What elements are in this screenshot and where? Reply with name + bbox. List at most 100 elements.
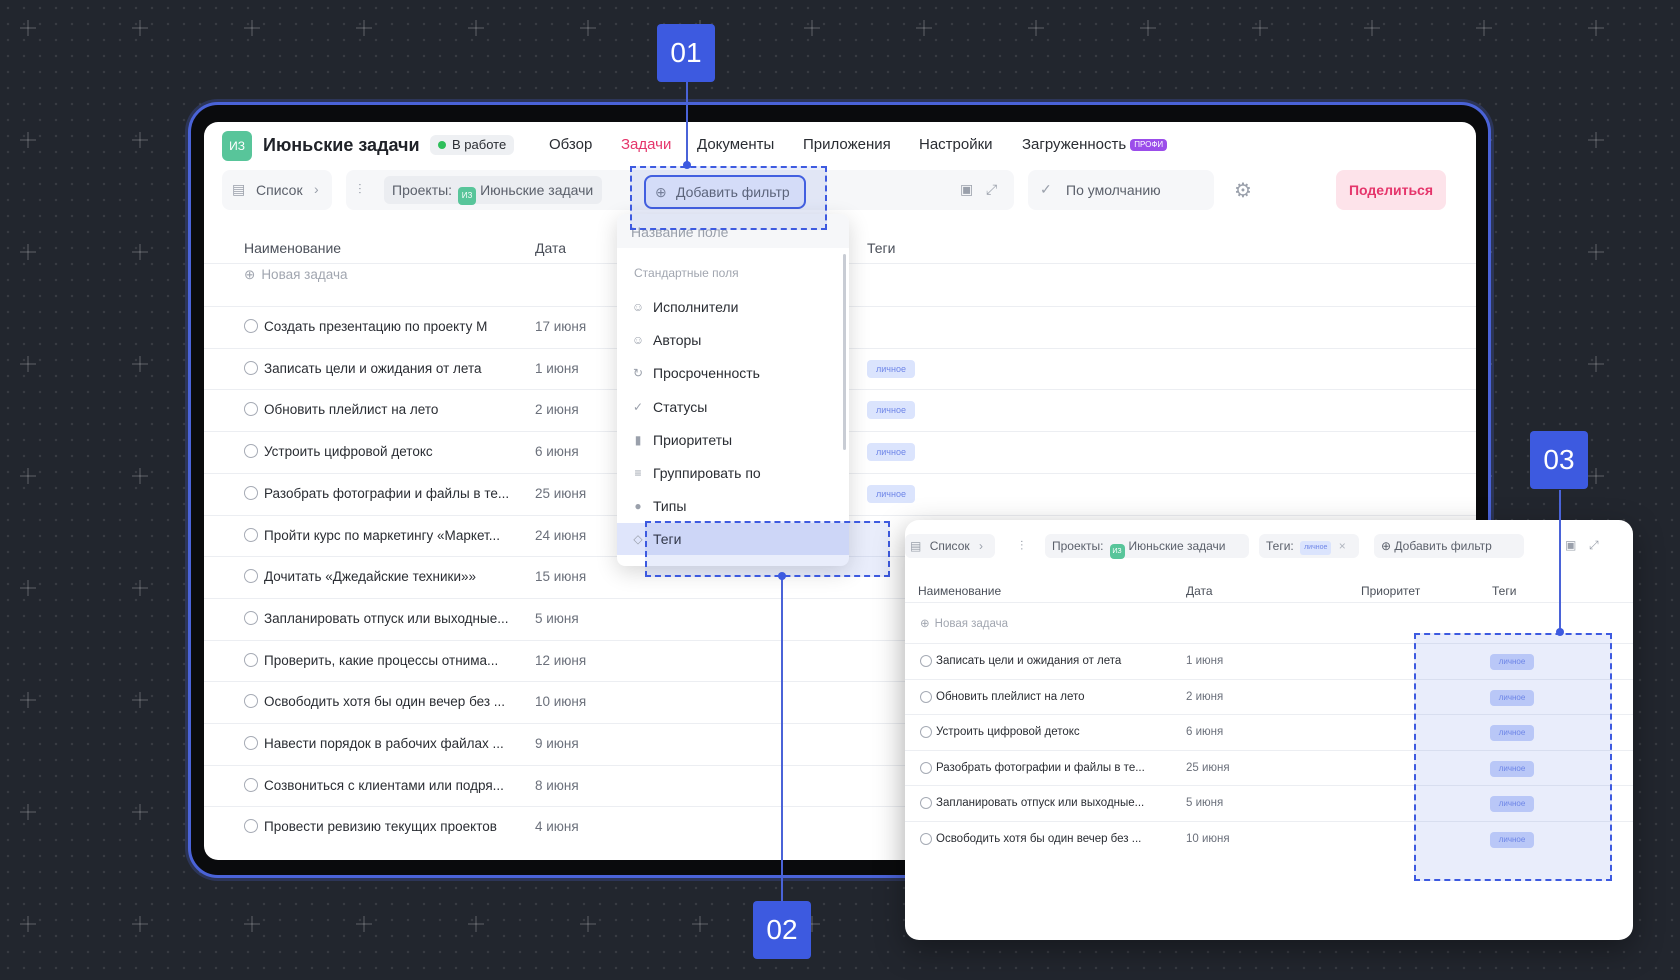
grid-plus-mark xyxy=(132,692,148,708)
panel-new-task-button[interactable]: ⊕ Новая задача xyxy=(920,616,1008,630)
view-switcher[interactable]: ▤ Список › xyxy=(222,170,332,210)
tag-badge[interactable]: личное xyxy=(867,401,915,420)
panel-projects-value: Июньские задачи xyxy=(1128,539,1226,553)
dropdown-item[interactable]: ▮ Приоритеты xyxy=(617,424,849,456)
tab-tasks[interactable]: Задачи xyxy=(621,136,671,153)
filter-settings-icon[interactable]: ⫶ xyxy=(358,181,362,198)
refresh-icon: ↻ xyxy=(632,366,644,381)
task-checkbox[interactable] xyxy=(244,819,258,834)
task-checkbox[interactable] xyxy=(920,832,932,845)
task-checkbox[interactable] xyxy=(244,444,258,459)
panel-projects-chip[interactable]: Проекты: ИЗ Июньские задачи xyxy=(1045,534,1249,559)
task-checkbox[interactable] xyxy=(244,652,258,667)
tab-overview[interactable]: Обзор xyxy=(549,136,592,153)
tab-documents[interactable]: Документы xyxy=(697,136,774,153)
task-name: Обновить плейлист на лето xyxy=(936,690,1085,703)
task-name: Разобрать фотографии и файлы в те... xyxy=(264,485,510,501)
panel-column-header-date[interactable]: Дата xyxy=(1186,584,1213,598)
column-header-date[interactable]: Дата xyxy=(535,240,566,256)
dropdown-item-label: Типы xyxy=(653,498,687,515)
tag-badge[interactable]: личное xyxy=(867,484,915,503)
dropdown-item[interactable]: ☺ Авторы xyxy=(617,324,849,356)
dropdown-scrollbar[interactable] xyxy=(843,254,846,450)
task-checkbox[interactable] xyxy=(244,402,258,417)
grid-plus-mark xyxy=(132,20,148,36)
grid-plus-mark xyxy=(20,468,36,484)
task-checkbox[interactable] xyxy=(244,485,258,500)
tag-icon: ◇ xyxy=(633,532,643,547)
task-checkbox[interactable] xyxy=(244,610,258,625)
panel-column-header-priority[interactable]: Приоритет xyxy=(1361,584,1420,598)
panel-add-filter-button[interactable]: ⊕ Добавить фильтр xyxy=(1374,534,1524,558)
task-checkbox[interactable] xyxy=(920,726,932,738)
grid-plus-mark xyxy=(916,20,932,36)
callout-dot-02 xyxy=(778,572,786,580)
save-icon[interactable]: ▣ xyxy=(1565,538,1576,552)
task-name: Запланировать отпуск или выходные... xyxy=(936,797,1145,809)
task-checkbox[interactable] xyxy=(244,569,258,584)
dropdown-item[interactable]: ● Типы xyxy=(617,490,849,522)
grid-plus-mark xyxy=(244,20,260,36)
expand-icon[interactable]: ⤢ xyxy=(986,181,997,198)
tab-workload[interactable]: Загруженность ПРОФИ xyxy=(1022,136,1168,153)
gear-icon[interactable]: ⚙ xyxy=(1234,178,1252,203)
task-checkbox[interactable] xyxy=(244,360,258,375)
dropdown-item[interactable]: ↻ Просроченность xyxy=(617,357,849,389)
projects-filter-chip[interactable]: Проекты: ИЗ Июньские задачи xyxy=(384,176,602,205)
task-date: 17 июня xyxy=(535,319,587,334)
user-icon: ☺ xyxy=(631,300,645,314)
sort-selector[interactable]: ✓ По умолчанию xyxy=(1028,170,1214,210)
panel-column-header-tags[interactable]: Теги xyxy=(1492,584,1516,598)
task-checkbox[interactable] xyxy=(244,777,258,792)
grid-plus-mark xyxy=(1476,20,1492,36)
callout-03: 03 xyxy=(1530,431,1588,489)
panel-tags-chip[interactable]: Теги: личное × xyxy=(1259,534,1359,558)
tag-badge[interactable]: личное xyxy=(867,359,915,378)
filter-settings-icon[interactable]: ⫶ xyxy=(1020,538,1023,554)
tag-badge[interactable]: личное xyxy=(867,443,915,462)
task-name: Освободить хотя бы один вечер без ... xyxy=(936,832,1142,845)
dropdown-item[interactable]: ≡ Группировать по xyxy=(617,457,849,489)
chevron-right-icon: › xyxy=(314,181,319,197)
task-date: 5 июня xyxy=(535,610,579,626)
task-checkbox[interactable] xyxy=(244,694,258,709)
task-checkbox[interactable] xyxy=(244,319,258,333)
task-checkbox[interactable] xyxy=(920,761,932,774)
column-header-tags[interactable]: Теги xyxy=(867,240,895,256)
column-header-name[interactable]: Наименование xyxy=(244,240,341,256)
panel-view-switcher[interactable]: ▤ Список › xyxy=(905,534,995,558)
grid-plus-mark xyxy=(20,20,36,36)
project-mini-avatar: ИЗ xyxy=(458,187,477,205)
new-task-button[interactable]: ⊕ Новая задача xyxy=(244,267,348,283)
expand-icon[interactable]: ⤢ xyxy=(1589,538,1599,553)
check-circle-icon: ✓ xyxy=(632,399,644,414)
view-label: Список xyxy=(256,182,303,198)
task-date: 2 июня xyxy=(1186,690,1224,703)
dropdown-item-label: Группировать по xyxy=(653,465,761,481)
chevron-right-icon: › xyxy=(978,539,983,553)
status-badge[interactable]: В работе xyxy=(430,135,515,155)
task-name: Записать цели и ожидания от лета xyxy=(936,655,1122,667)
grid-plus-mark xyxy=(132,468,148,484)
panel-column-header-name[interactable]: Наименование xyxy=(918,584,1001,598)
grid-plus-mark xyxy=(132,244,148,260)
task-checkbox[interactable] xyxy=(920,797,932,809)
tab-settings[interactable]: Настройки xyxy=(919,136,993,153)
tab-apps[interactable]: Приложения xyxy=(803,136,891,153)
task-checkbox[interactable] xyxy=(244,736,258,750)
task-date: 15 июня xyxy=(535,569,587,585)
save-icon[interactable]: ▣ xyxy=(960,181,973,198)
dropdown-item[interactable]: ✓ Статусы xyxy=(617,391,849,423)
task-checkbox[interactable] xyxy=(920,690,932,703)
close-icon[interactable]: × xyxy=(1335,539,1346,553)
share-button[interactable]: Поделиться xyxy=(1336,170,1446,210)
task-checkbox[interactable] xyxy=(920,655,932,667)
task-checkbox[interactable] xyxy=(244,527,258,542)
grid-plus-mark xyxy=(1588,244,1604,260)
task-name: Проверить, какие процессы отнима... xyxy=(264,652,499,668)
dropdown-item[interactable]: ☺ Исполнители xyxy=(617,291,849,323)
task-date: 1 июня xyxy=(1186,655,1224,667)
plus-circle-icon: ⊕ xyxy=(920,618,930,630)
project-mini-avatar: ИЗ xyxy=(1109,544,1125,559)
task-date: 10 июня xyxy=(535,694,587,710)
